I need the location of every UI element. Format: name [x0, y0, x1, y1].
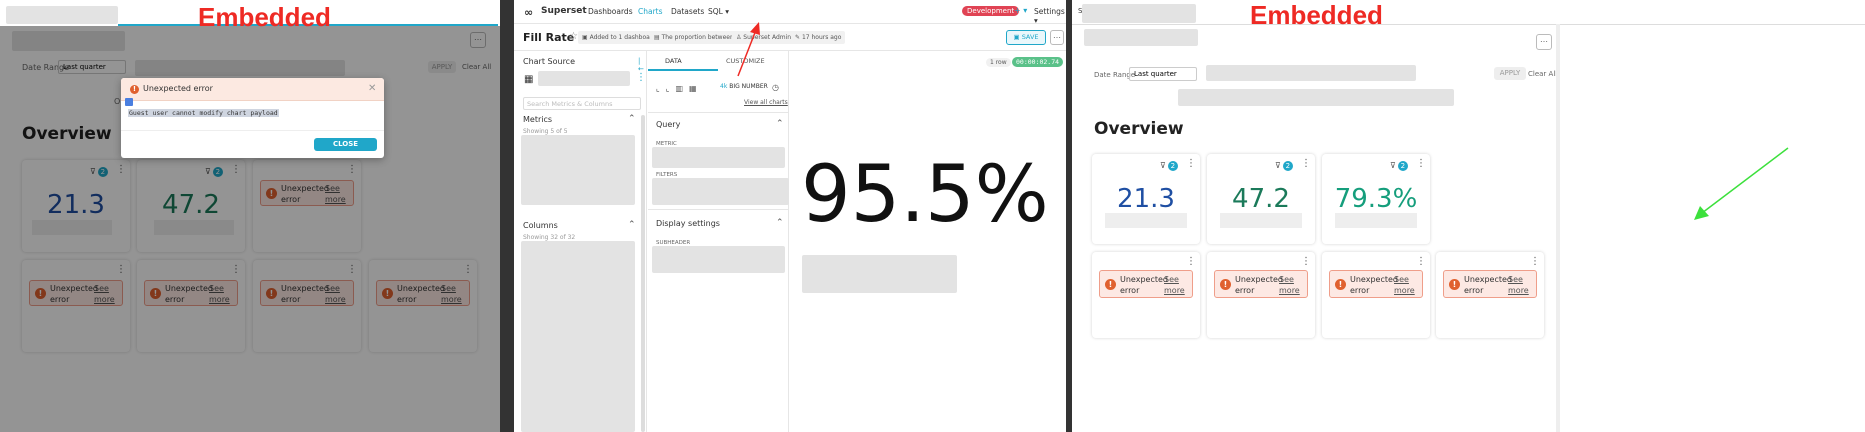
red-arrow	[737, 22, 760, 77]
green-arrow	[1694, 147, 1789, 220]
annotation-arrows	[737, 22, 1789, 220]
